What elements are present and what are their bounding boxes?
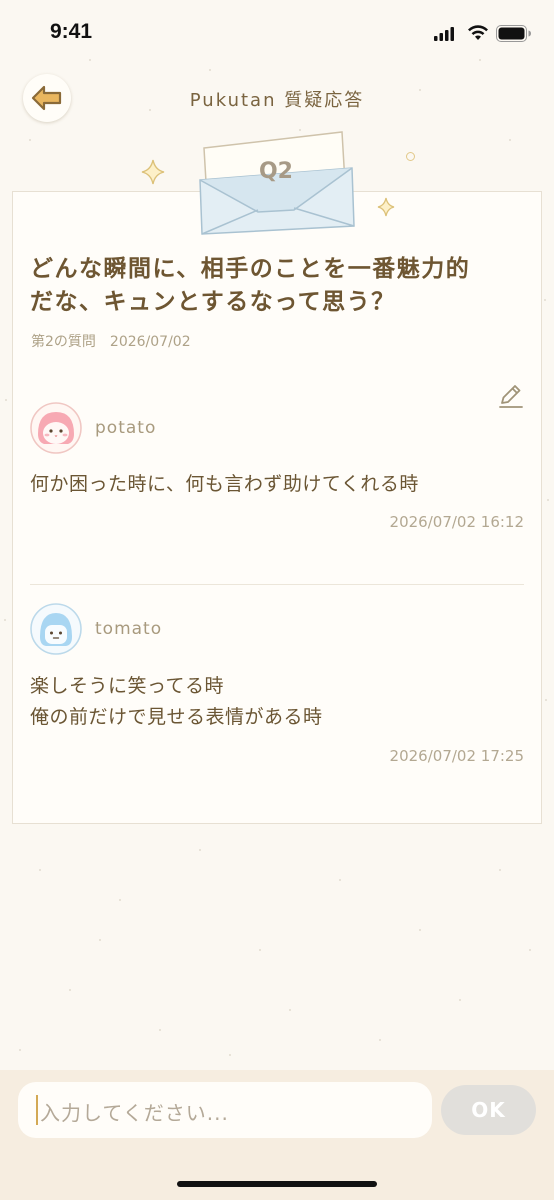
battery-icon <box>496 25 531 42</box>
status-bar: 9:41 <box>0 0 554 64</box>
signal-icon <box>434 27 454 41</box>
answer-timestamp: 2026/07/02 16:12 <box>389 513 524 531</box>
edit-icon[interactable] <box>497 382 525 410</box>
question-date: 2026/07/02 <box>109 334 191 350</box>
question-badge: Q2 <box>258 159 293 184</box>
ok-button[interactable]: OK <box>441 1085 536 1135</box>
question-number: 第2の質問 <box>31 334 96 350</box>
answer-timestamp: 2026/07/02 17:25 <box>389 747 524 765</box>
sparkle-icon <box>377 197 395 217</box>
avatar <box>30 603 82 655</box>
input-placeholder: 入力してください... <box>40 1101 229 1125</box>
page-title: Pukutan 質疑応答 <box>189 90 365 111</box>
answer-divider <box>30 584 524 585</box>
question-meta: 第2の質問 2026/07/02 <box>31 331 205 351</box>
blue-character-icon <box>30 603 82 655</box>
circle-decoration <box>406 152 415 161</box>
wifi-icon <box>468 25 488 40</box>
answer-text: 何か困った時に、何も言わず助けてくれる時 <box>30 473 419 495</box>
answer-text: 楽しそうに笑ってる時 俺の前だけで見せる表情がある時 <box>30 675 323 728</box>
status-time: 9:41 <box>50 20 93 43</box>
pink-character-icon <box>30 402 82 454</box>
avatar <box>30 402 82 454</box>
home-indicator <box>177 1181 377 1187</box>
question-text: どんな瞬間に、相手のことを一番魅力的 だな、キュンとするなって思う？ <box>30 256 471 315</box>
envelope-icon <box>199 131 355 235</box>
text-caret <box>36 1095 38 1125</box>
sparkle-icon <box>141 159 165 185</box>
answer-author: potato <box>95 418 157 438</box>
answer-author: tomato <box>95 619 163 639</box>
